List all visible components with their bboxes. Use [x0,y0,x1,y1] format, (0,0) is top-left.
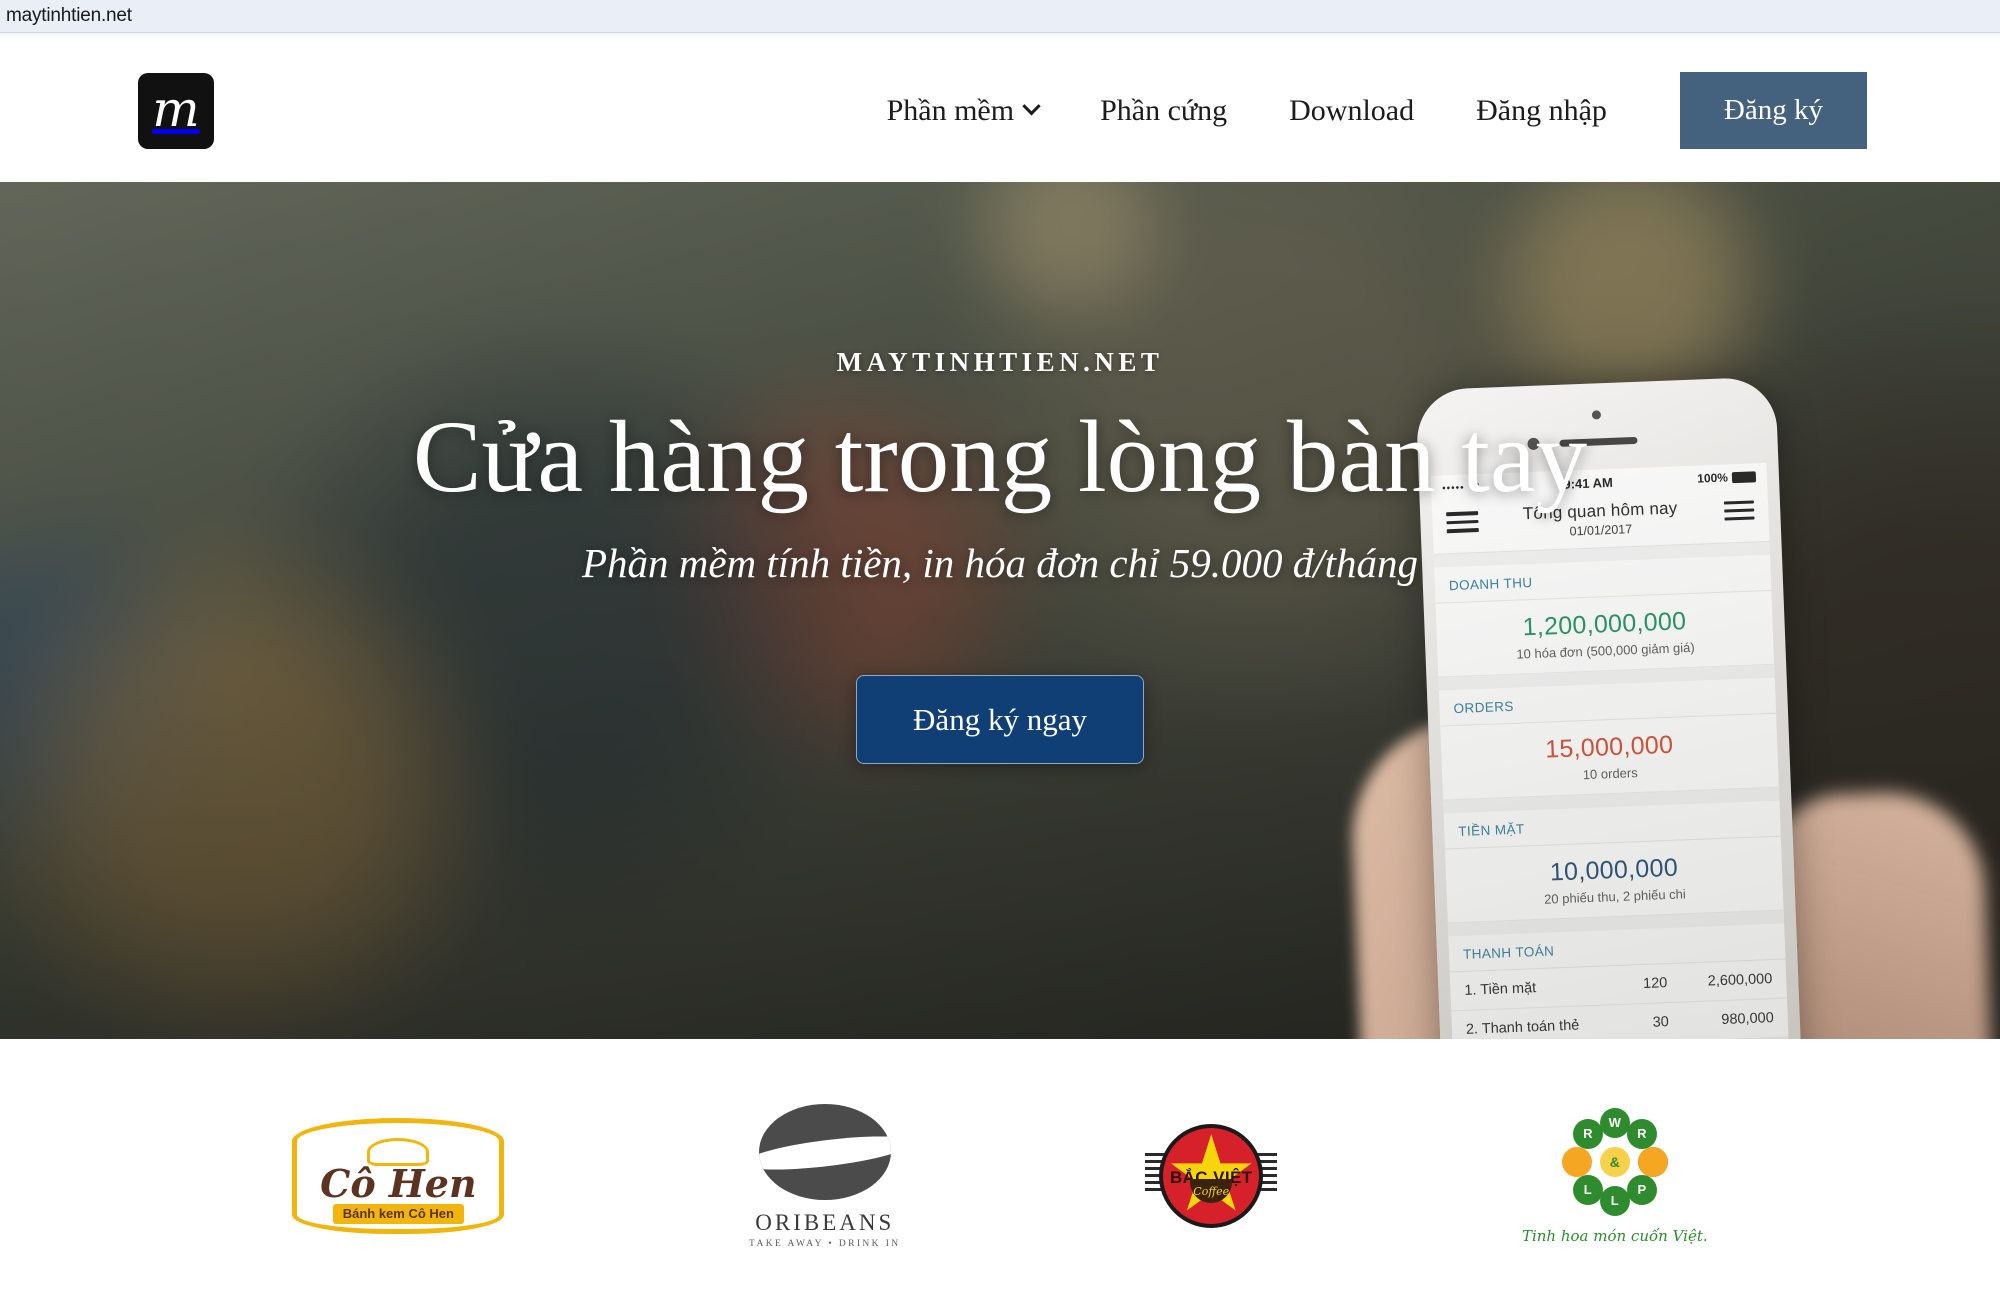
hero-subtitle: Phần mềm tính tiền, in hóa đơn chỉ 59.00… [581,540,1419,587]
nav-item-dang-nhap[interactable]: Đăng nhập [1445,93,1638,127]
hero-title: Cửa hàng trong lòng bàn tay [412,400,1588,514]
logo-letter: m [152,79,200,138]
oribeans-tagline: TAKE AWAY • DRINK IN [749,1238,901,1249]
nav-item-label: Download [1289,93,1415,127]
url-text: maytinhtien.net [6,5,132,26]
main-navigation: Phần mềm Phần cứng Download Đăng nhập Đă… [856,72,1867,149]
hero-eyebrow: MAYTINHTIEN.NET [836,347,1164,377]
ring-dot: R [1626,1118,1657,1149]
browser-url-bar[interactable]: maytinhtien.net [0,0,2000,33]
ring-dot: P [1626,1174,1657,1205]
co-hen-tagline: Bánh kem Cô Hen [332,1204,464,1224]
client-logo-bac-viet: BẮC VIỆT Coffee [1145,1111,1278,1241]
nav-item-label: Phần cứng [1100,93,1228,127]
ring-dot [1637,1146,1668,1177]
ring-dot: R [1572,1118,1603,1149]
wrap-roll-center: & [1599,1146,1630,1177]
bac-viet-badge: BẮC VIỆT Coffee [1145,1117,1278,1235]
client-logo-co-hen: Cô Hen Bánh kem Cô Hen [292,1111,505,1241]
oribeans-badge: ORIBEANS TAKE AWAY • DRINK IN [749,1103,901,1249]
client-logo-wrap-and-roll: W R A P L L R & Tinh hoa món cuốn Việt. [1522,1107,1708,1245]
ring-dot: L [1572,1174,1603,1205]
chevron-down-icon [1022,97,1041,116]
signup-button[interactable]: Đăng ký [1679,72,1867,149]
nav-item-label: Đăng nhập [1476,93,1607,127]
ring-dot: L [1599,1185,1630,1216]
chef-hat-icon [367,1138,430,1166]
hero-content: MAYTINHTIEN.NET Cửa hàng trong lòng bàn … [0,182,2000,1039]
nav-item-download[interactable]: Download [1258,93,1445,127]
nav-item-label: Phần mềm [886,93,1015,127]
wrap-roll-tagline: Tinh hoa món cuốn Việt. [1521,1226,1708,1245]
coffee-bean-icon [758,1103,891,1200]
client-logo-oribeans: ORIBEANS TAKE AWAY • DRINK IN [749,1103,900,1249]
wrap-roll-badge: W R A P L L R & Tinh hoa món cuốn Việt. [1521,1107,1708,1245]
site-logo[interactable]: m [138,72,214,149]
ring-dot: W [1599,1107,1630,1138]
oribeans-wordmark: ORIBEANS [755,1209,895,1235]
hero-cta-button[interactable]: Đăng ký ngay [856,675,1144,765]
nav-item-phan-cung[interactable]: Phần cứng [1069,93,1258,127]
bac-viet-disc: BẮC VIỆT Coffee [1159,1124,1264,1228]
site-header: m Phần mềm Phần cứng Download Đăng nhập … [0,39,2000,182]
wrap-roll-ring-icon: W R A P L L R & [1561,1107,1669,1216]
co-hen-badge: Cô Hen Bánh kem Cô Hen [292,1118,505,1234]
bac-viet-cup-word: Coffee [1193,1184,1230,1198]
client-logos-strip: Cô Hen Bánh kem Cô Hen ORIBEANS TAKE AWA… [0,1039,2000,1307]
co-hen-wordmark: Cô Hen [320,1161,477,1206]
nav-item-phan-mem[interactable]: Phần mềm [856,93,1070,127]
ring-dot [1561,1146,1592,1177]
hero-section: ••••• ◥ 9:41 AM 100% Tổng quan hôm nay 0… [0,182,2000,1039]
